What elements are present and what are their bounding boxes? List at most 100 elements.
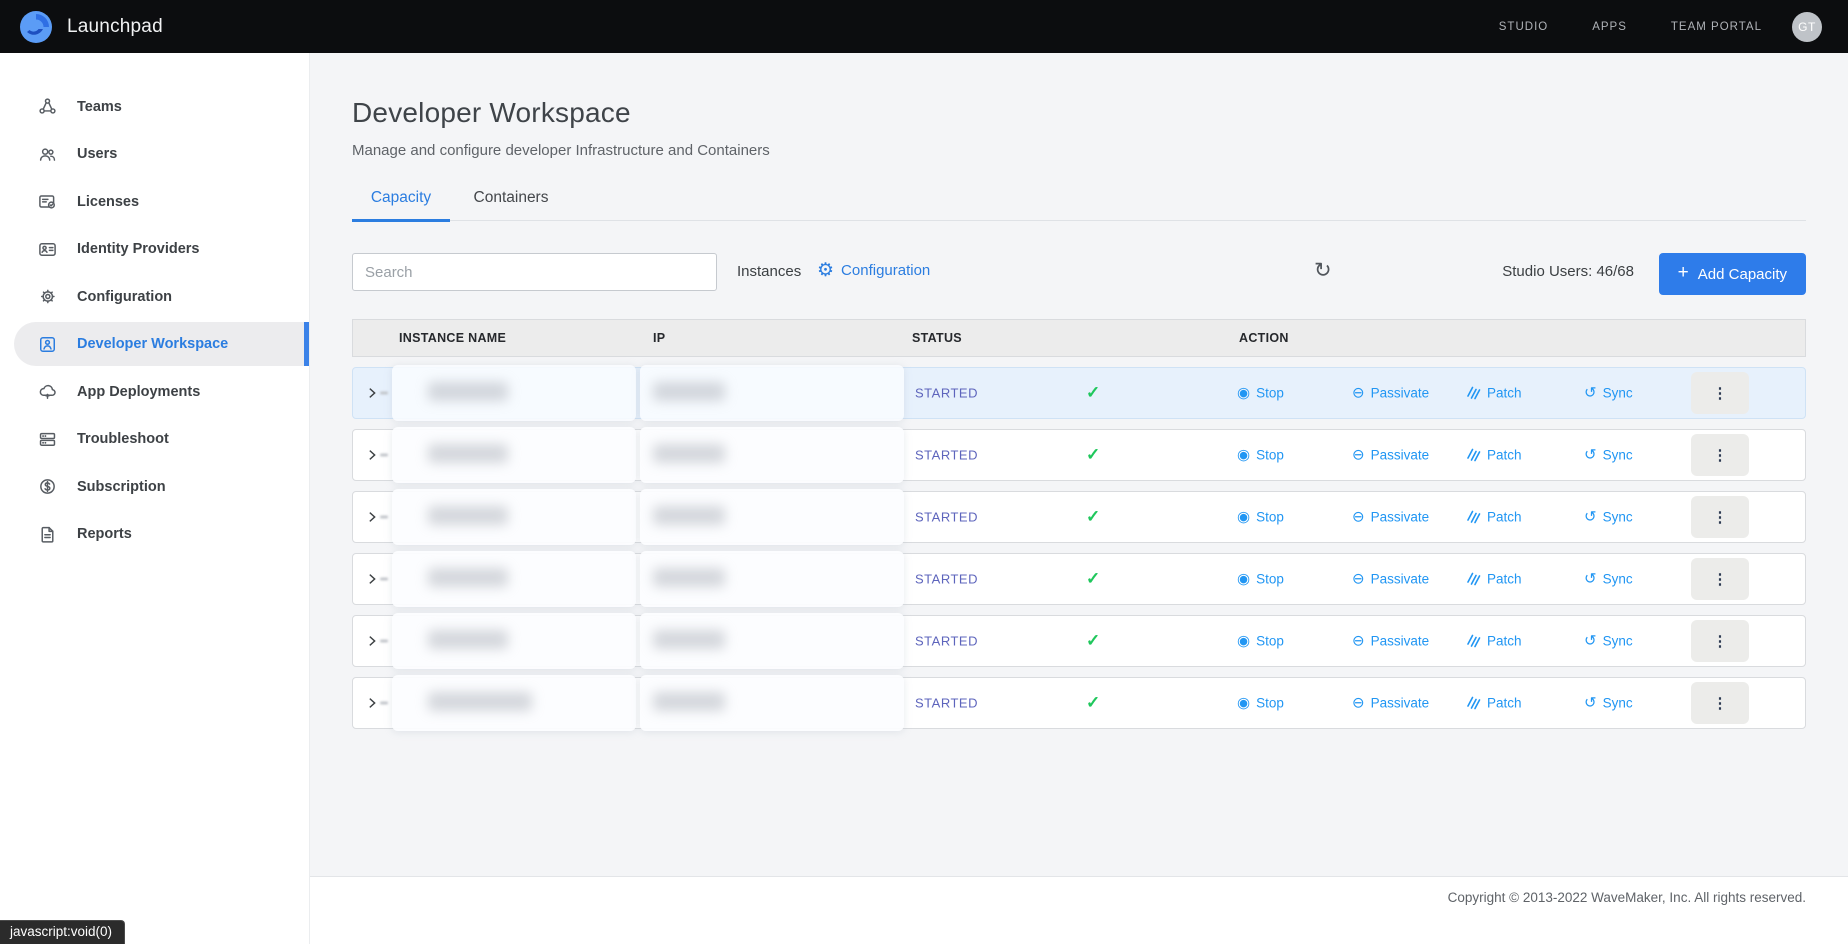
passivate-action[interactable]: ⊖Passivate — [1352, 448, 1429, 463]
table-row[interactable]: STARTED ✓ ◉Stop ⊖Passivate Patch ↺Sync ⋮ — [352, 491, 1806, 543]
nav-apps[interactable]: APPS — [1592, 21, 1627, 33]
patch-action[interactable]: Patch — [1467, 634, 1522, 649]
instance-name-redacted — [392, 365, 636, 421]
sidebar-item-identity-providers[interactable]: Identity Providers — [14, 227, 309, 271]
patch-action[interactable]: Patch — [1467, 386, 1522, 401]
sidebar-item-teams[interactable]: Teams — [14, 85, 309, 129]
identity-providers-icon — [38, 240, 57, 259]
page-title: Developer Workspace — [352, 53, 1806, 129]
circle-minus-icon: ⊖ — [1352, 448, 1365, 463]
avatar[interactable]: GT — [1792, 12, 1822, 42]
passivate-action[interactable]: ⊖Passivate — [1352, 510, 1429, 525]
sidebar-item-developer-workspace[interactable]: Developer Workspace — [14, 322, 309, 366]
kebab-menu-icon[interactable]: ⋮ — [1691, 372, 1749, 414]
ip-redacted — [640, 675, 904, 731]
status-badge: STARTED — [915, 696, 978, 711]
sidebar-item-label: App Deployments — [77, 384, 200, 400]
stop-action[interactable]: ◉Stop — [1237, 696, 1284, 711]
sync-icon: ↺ — [1584, 634, 1597, 649]
add-capacity-button[interactable]: + Add Capacity — [1659, 253, 1806, 295]
patch-action[interactable]: Patch — [1467, 448, 1522, 463]
sidebar-item-configuration[interactable]: Configuration — [14, 275, 309, 319]
record-icon: ◉ — [1237, 448, 1250, 463]
capacity-table: INSTANCE NAME IP STATUS ACTION STARTED ✓… — [352, 319, 1806, 729]
ip-redacted — [640, 427, 904, 483]
redacted-fragment — [380, 516, 388, 519]
licenses-icon — [38, 192, 57, 211]
stop-action[interactable]: ◉Stop — [1237, 448, 1284, 463]
kebab-menu-icon[interactable]: ⋮ — [1691, 558, 1749, 600]
stop-action[interactable]: ◉Stop — [1237, 510, 1284, 525]
passivate-action[interactable]: ⊖Passivate — [1352, 572, 1429, 587]
wavemaker-logo-icon — [18, 9, 54, 45]
table-row[interactable]: STARTED ✓ ◉Stop ⊖Passivate Patch ↺Sync ⋮ — [352, 553, 1806, 605]
sync-action[interactable]: ↺Sync — [1584, 634, 1633, 649]
chevron-right-icon[interactable] — [365, 696, 379, 710]
top-navigation: STUDIO APPS TEAM PORTAL GT — [1499, 12, 1822, 42]
hatch-icon — [1467, 449, 1481, 462]
nav-team-portal[interactable]: TEAM PORTAL — [1671, 21, 1762, 33]
table-row[interactable]: STARTED ✓ ◉Stop ⊖Passivate Patch ↺Sync ⋮ — [352, 367, 1806, 419]
chevron-right-icon[interactable] — [365, 572, 379, 586]
instance-name-redacted — [392, 551, 636, 607]
circle-minus-icon: ⊖ — [1352, 634, 1365, 649]
kebab-menu-icon[interactable]: ⋮ — [1691, 496, 1749, 538]
kebab-menu-icon[interactable]: ⋮ — [1691, 682, 1749, 724]
sync-action[interactable]: ↺Sync — [1584, 572, 1633, 587]
chevron-right-icon[interactable] — [365, 510, 379, 524]
patch-action[interactable]: Patch — [1467, 572, 1522, 587]
column-ip: IP — [653, 331, 665, 345]
tab-containers[interactable]: Containers — [462, 189, 560, 220]
stop-action[interactable]: ◉Stop — [1237, 386, 1284, 401]
refresh-icon[interactable]: ↻ — [1314, 258, 1332, 283]
subscription-icon — [38, 477, 57, 496]
sidebar-item-app-deployments[interactable]: App Deployments — [14, 370, 309, 414]
stop-action[interactable]: ◉Stop — [1237, 572, 1284, 587]
patch-action[interactable]: Patch — [1467, 510, 1522, 525]
chevron-right-icon[interactable] — [365, 448, 379, 462]
chevron-right-icon[interactable] — [365, 634, 379, 648]
table-row[interactable]: STARTED ✓ ◉Stop ⊖Passivate Patch ↺Sync ⋮ — [352, 429, 1806, 481]
column-status: STATUS — [912, 331, 962, 345]
sidebar-item-label: Reports — [77, 526, 132, 542]
topbar: Launchpad STUDIO APPS TEAM PORTAL GT — [0, 0, 1848, 53]
sidebar-item-troubleshoot[interactable]: Troubleshoot — [14, 417, 309, 461]
sync-icon: ↺ — [1584, 448, 1597, 463]
hatch-icon — [1467, 635, 1481, 648]
tab-bar: Capacity Containers — [352, 189, 1806, 221]
sync-icon: ↺ — [1584, 386, 1597, 401]
stop-action[interactable]: ◉Stop — [1237, 634, 1284, 649]
tab-capacity[interactable]: Capacity — [352, 189, 450, 222]
sync-action[interactable]: ↺Sync — [1584, 448, 1633, 463]
sidebar-item-subscription[interactable]: Subscription — [14, 465, 309, 509]
sync-action[interactable]: ↺Sync — [1584, 696, 1633, 711]
kebab-menu-icon[interactable]: ⋮ — [1691, 434, 1749, 476]
passivate-action[interactable]: ⊖Passivate — [1352, 386, 1429, 401]
patch-action[interactable]: Patch — [1467, 696, 1522, 711]
record-icon: ◉ — [1237, 696, 1250, 711]
sidebar-item-licenses[interactable]: Licenses — [14, 180, 309, 224]
hatch-icon — [1467, 573, 1481, 586]
sidebar-item-users[interactable]: Users — [14, 132, 309, 176]
chevron-right-icon[interactable] — [365, 386, 379, 400]
nav-studio[interactable]: STUDIO — [1499, 21, 1548, 33]
table-row[interactable]: STARTED ✓ ◉Stop ⊖Passivate Patch ↺Sync ⋮ — [352, 677, 1806, 729]
page-subtitle: Manage and configure developer Infrastru… — [352, 142, 1806, 159]
table-body: STARTED ✓ ◉Stop ⊖Passivate Patch ↺Sync ⋮… — [352, 367, 1806, 729]
check-icon: ✓ — [1086, 445, 1100, 465]
sync-action[interactable]: ↺Sync — [1584, 510, 1633, 525]
passivate-action[interactable]: ⊖Passivate — [1352, 696, 1429, 711]
link-status-bar: javascript:void(0) — [0, 920, 125, 944]
sync-action[interactable]: ↺Sync — [1584, 386, 1633, 401]
table-row[interactable]: STARTED ✓ ◉Stop ⊖Passivate Patch ↺Sync ⋮ — [352, 615, 1806, 667]
sidebar-item-reports[interactable]: Reports — [14, 512, 309, 556]
configuration-link[interactable]: ⚙ Configuration — [817, 261, 930, 280]
table-header: INSTANCE NAME IP STATUS ACTION — [352, 319, 1806, 357]
record-icon: ◉ — [1237, 510, 1250, 525]
search-input[interactable] — [352, 253, 717, 291]
check-icon: ✓ — [1086, 693, 1100, 713]
passivate-action[interactable]: ⊖Passivate — [1352, 634, 1429, 649]
kebab-menu-icon[interactable]: ⋮ — [1691, 620, 1749, 662]
hatch-icon — [1467, 511, 1481, 524]
ip-redacted — [640, 613, 904, 669]
